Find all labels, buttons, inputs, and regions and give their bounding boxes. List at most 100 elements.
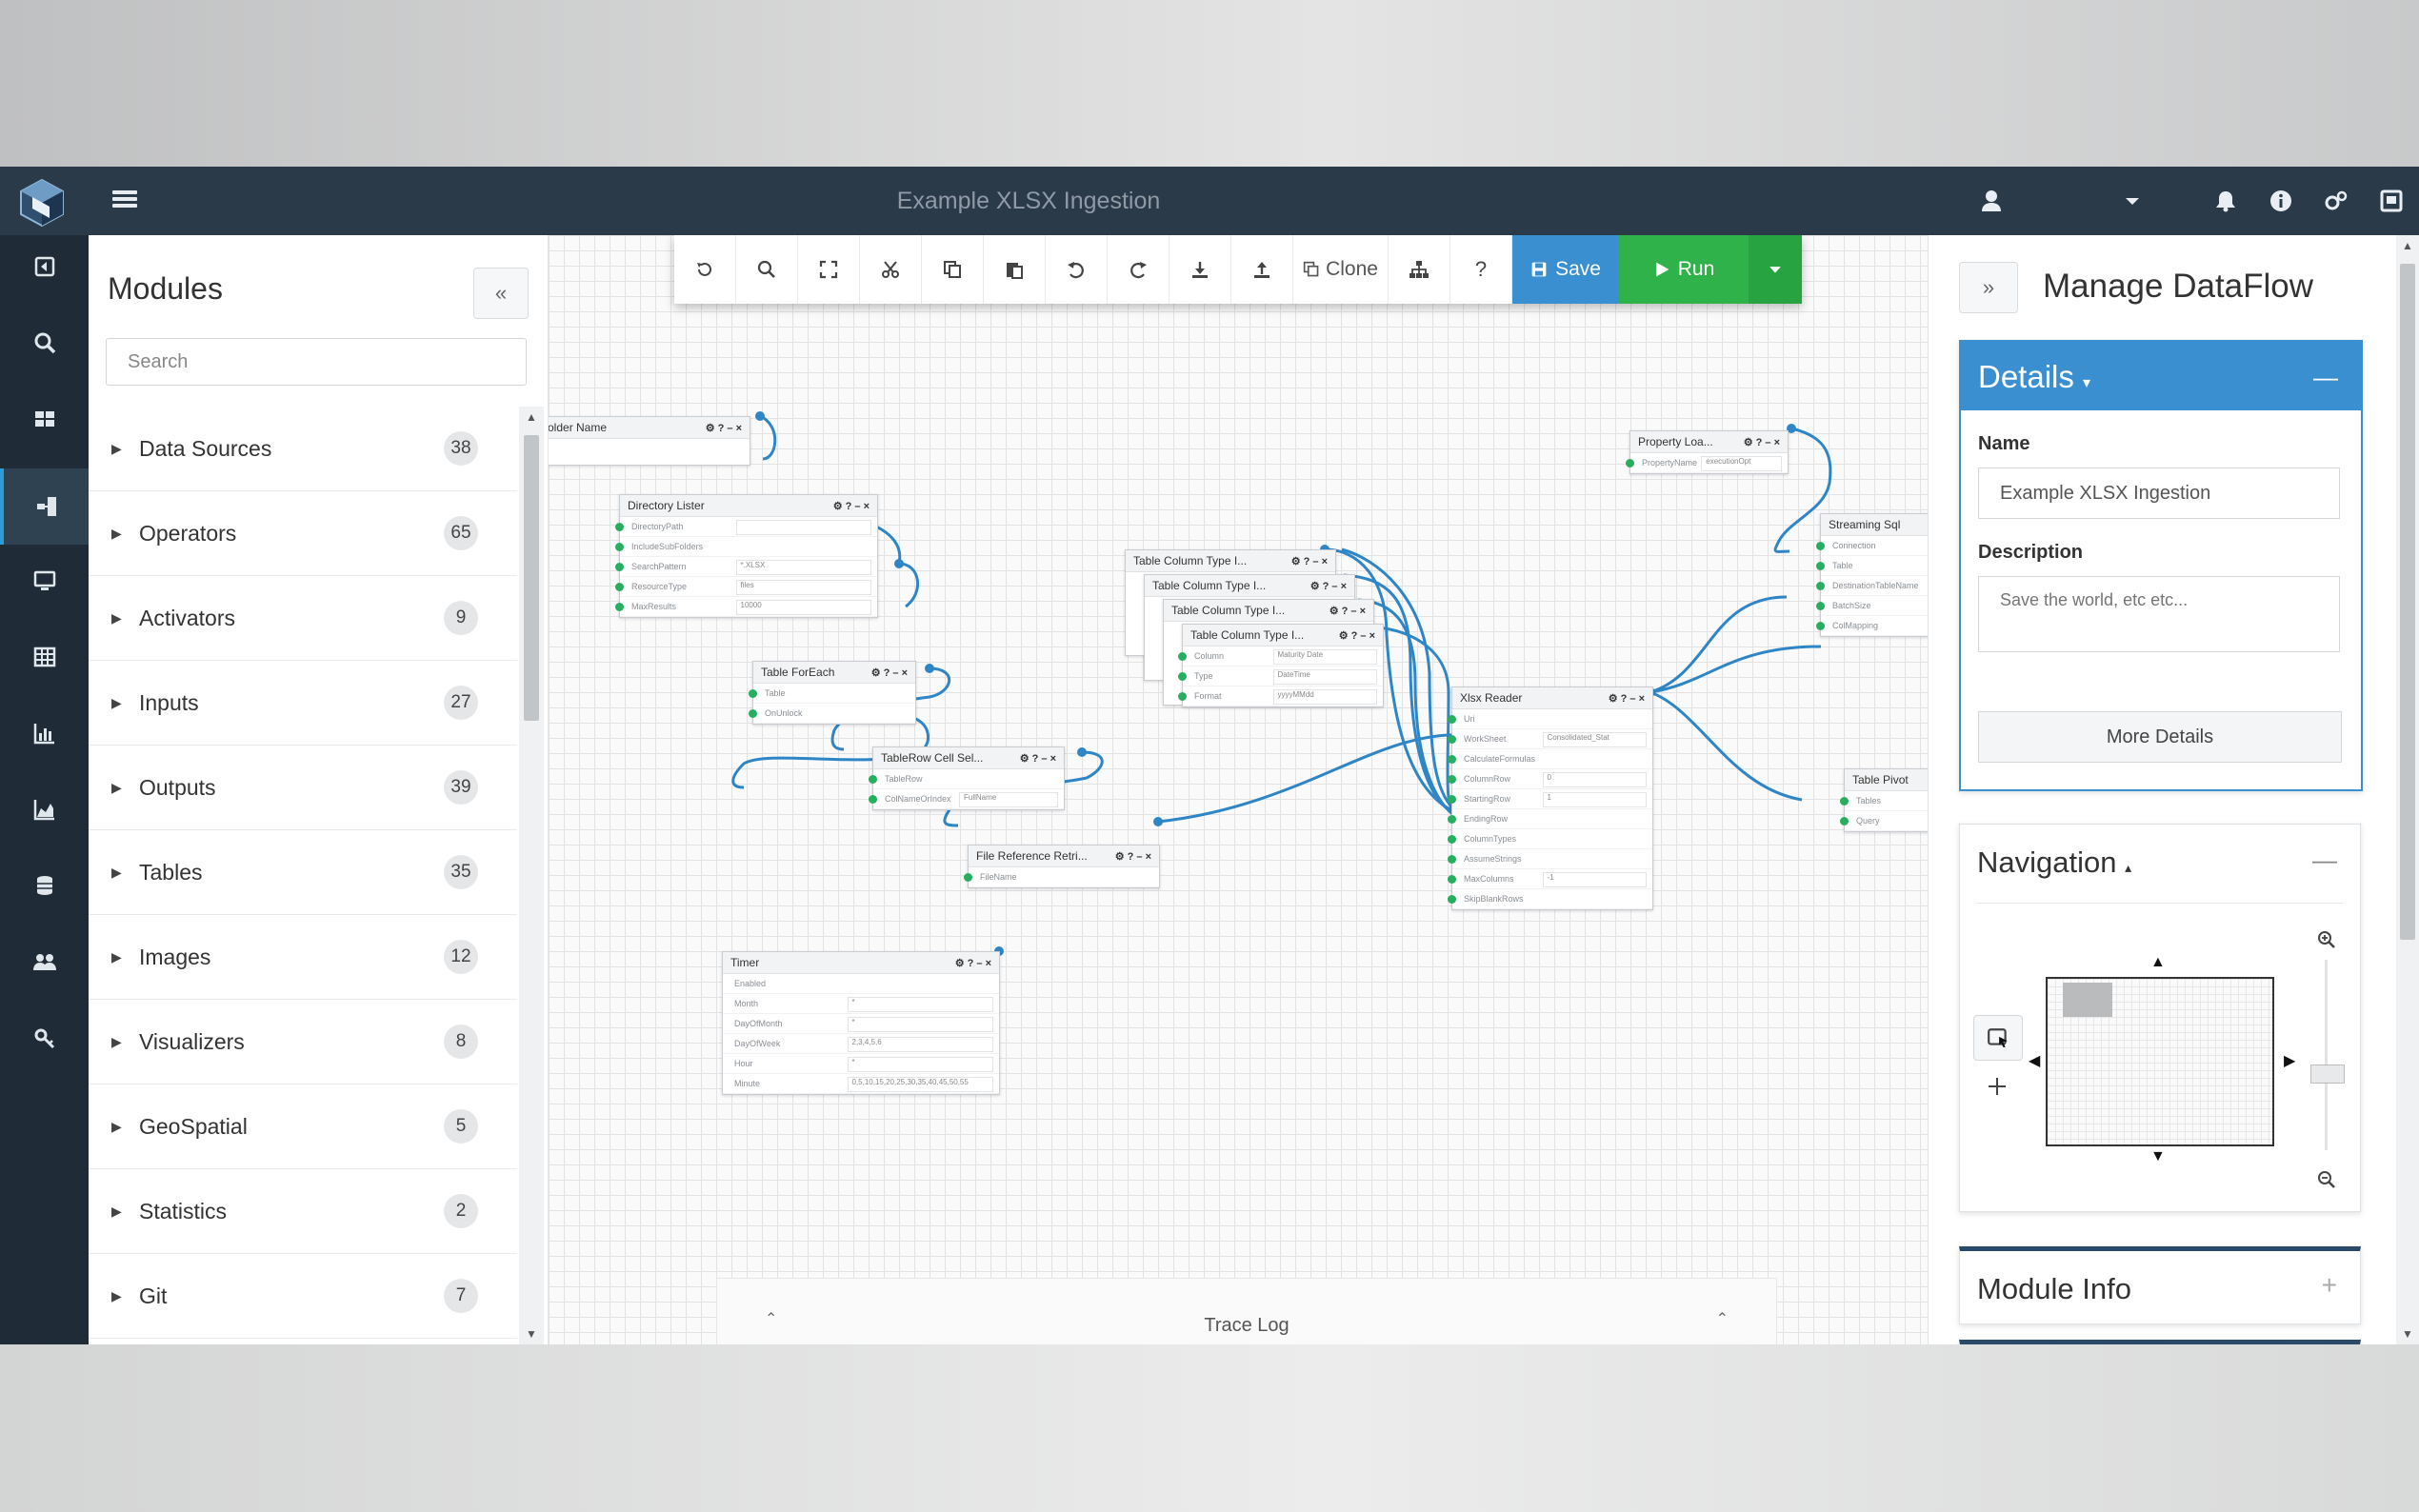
clone-button[interactable]: Clone: [1293, 235, 1389, 304]
pan-down-arrow[interactable]: ▼: [2150, 1148, 2166, 1165]
node-controls[interactable]: ⚙ ? – ×: [1310, 580, 1347, 592]
run-button[interactable]: Run: [1619, 235, 1749, 304]
port-value[interactable]: Consolidated_Stat: [1542, 732, 1647, 747]
node-controls[interactable]: ⚙ ? – ×: [1115, 850, 1151, 863]
collapse-minus-icon[interactable]: —: [2313, 363, 2338, 392]
save-button[interactable]: Save: [1512, 235, 1619, 304]
module-category-images[interactable]: ▶ Images 12: [89, 915, 517, 1000]
node-table-pivot[interactable]: Table Pivot Tables Query: [1840, 768, 1928, 832]
node-controls[interactable]: ⚙ ? – ×: [1020, 752, 1056, 765]
scrollbar-thumb[interactable]: [2400, 264, 2415, 940]
port-value[interactable]: *.XLSX: [735, 560, 871, 575]
scrollbar-thumb[interactable]: [524, 435, 539, 721]
caret-down-icon[interactable]: [2105, 167, 2160, 235]
module-info-card[interactable]: Module Info +: [1959, 1246, 2361, 1324]
module-category-visualizers[interactable]: ▶ Visualizers 8: [89, 1000, 517, 1084]
zoom-search-icon[interactable]: [736, 235, 798, 304]
monitor-icon[interactable]: [0, 549, 89, 612]
modules-scrollbar[interactable]: ▲ ▼: [519, 407, 544, 1344]
port-value[interactable]: 0,5,10,15,20,25,30,35,40,45,50,55: [847, 1077, 993, 1092]
scroll-down-icon[interactable]: ▼: [526, 1327, 537, 1341]
upload-icon[interactable]: [1231, 235, 1293, 304]
minimap[interactable]: [2046, 977, 2274, 1146]
expand-panel-button[interactable]: »: [1959, 262, 2018, 313]
area-chart-icon[interactable]: [0, 778, 89, 841]
node-controls[interactable]: ⚙ ? – ×: [1291, 555, 1328, 567]
node-xlsx-reader[interactable]: Xlsx Reader ⚙ ? – × Uri WorkSheet Consolid…: [1448, 686, 1653, 910]
fit-screen-icon[interactable]: [798, 235, 860, 304]
pan-up-arrow[interactable]: ▲: [2150, 954, 2166, 971]
port-value[interactable]: *: [847, 1057, 993, 1072]
scroll-up-icon[interactable]: ▲: [526, 410, 537, 424]
port-value[interactable]: *: [847, 1017, 993, 1032]
node-folder-name[interactable]: older Name ⚙ ? – ×: [549, 416, 750, 466]
node-table-foreach[interactable]: Table ForEach ⚙ ? – × Table OnUnlock: [749, 661, 916, 725]
help-button[interactable]: ?: [1450, 235, 1512, 304]
port-value[interactable]: executionOpt: [1701, 456, 1782, 471]
paste-icon[interactable]: [984, 235, 1046, 304]
details-header[interactable]: Details ▾ —: [1961, 342, 2361, 410]
collapse-minus-icon[interactable]: —: [2312, 846, 2337, 875]
trace-log-panel[interactable]: ⌃ Trace Log ⌃: [716, 1278, 1777, 1344]
port-value[interactable]: 1: [1542, 792, 1647, 807]
redo-icon[interactable]: [1108, 235, 1170, 304]
zoom-slider-handle[interactable]: [2310, 1064, 2345, 1084]
right-panel-scrollbar[interactable]: ▲ ▼: [2396, 235, 2419, 1344]
database-icon[interactable]: [0, 854, 89, 917]
expand-plus-icon[interactable]: +: [2322, 1270, 2337, 1301]
node-property-loader[interactable]: Property Loa... ⚙ ? – × PropertyName execu…: [1626, 430, 1789, 474]
port-value[interactable]: 2,3,4,5,6: [847, 1037, 993, 1052]
node-controls[interactable]: ⚙ ? – ×: [1329, 605, 1366, 617]
scroll-down-icon[interactable]: ▼: [2402, 1327, 2413, 1341]
node-table-column-type-4[interactable]: Table Column Type I... ⚙ ? – × Column Matu…: [1178, 624, 1384, 707]
port-value[interactable]: 10000: [735, 600, 871, 615]
module-category-geospatial[interactable]: ▶ GeoSpatial 5: [89, 1084, 517, 1169]
port-value[interactable]: FullName: [959, 792, 1058, 807]
node-controls[interactable]: ⚙ ? – ×: [1744, 436, 1780, 448]
node-timer[interactable]: Timer ⚙ ? – × Enabled Month * DayOfMonth * …: [722, 951, 1000, 1095]
pan-tool-button[interactable]: [1973, 1064, 2021, 1108]
zoom-out-icon[interactable]: [2316, 1169, 2337, 1190]
bell-icon[interactable]: [2198, 167, 2253, 235]
history-icon[interactable]: [674, 235, 736, 304]
dataflow-canvas[interactable]: older Name ⚙ ? – × Directory Lister ⚙ ? – …: [549, 235, 1928, 1344]
port-value[interactable]: yyyyMMdd: [1272, 689, 1377, 705]
dataflow-icon[interactable]: [0, 468, 89, 545]
navigation-title[interactable]: Navigation ▴: [1977, 846, 2131, 880]
node-controls[interactable]: ⚙ ? – ×: [871, 666, 908, 679]
bar-chart-icon[interactable]: [0, 702, 89, 765]
user-icon[interactable]: [1964, 167, 2019, 235]
key-icon[interactable]: [0, 1006, 89, 1069]
fullscreen-icon[interactable]: [2364, 167, 2419, 235]
more-details-button[interactable]: More Details: [1978, 711, 2342, 763]
node-controls[interactable]: ⚙ ? – ×: [706, 422, 742, 434]
collapse-modules-button[interactable]: «: [473, 268, 529, 319]
zoom-slider-track[interactable]: [2325, 960, 2328, 1150]
port-value[interactable]: files: [735, 580, 871, 595]
users-icon[interactable]: [0, 930, 89, 993]
module-category-outputs[interactable]: ▶ Outputs 39: [89, 746, 517, 830]
module-category-inputs[interactable]: ▶ Inputs 27: [89, 661, 517, 746]
modules-search-input[interactable]: [106, 338, 527, 386]
grid-icon[interactable]: [0, 626, 89, 688]
cut-icon[interactable]: [860, 235, 922, 304]
pan-right-arrow[interactable]: ▶: [2284, 1051, 2295, 1070]
node-streaming-sql[interactable]: Streaming Sql Connection Table Destinati…: [1816, 513, 1928, 637]
node-controls[interactable]: ⚙ ? – ×: [955, 957, 991, 969]
module-category-operators[interactable]: ▶ Operators 65: [89, 491, 517, 576]
port-value[interactable]: 0: [1542, 772, 1647, 787]
pan-left-arrow[interactable]: ◀: [2029, 1051, 2040, 1070]
node-tablerow-cell-selector[interactable]: TableRow Cell Sel... ⚙ ? – × TableRow Col…: [869, 746, 1065, 810]
info-icon[interactable]: [2253, 167, 2309, 235]
chevron-up-icon[interactable]: ⌃: [1716, 1309, 1729, 1328]
scroll-up-icon[interactable]: ▲: [2402, 239, 2413, 252]
node-controls[interactable]: ⚙ ? – ×: [833, 500, 870, 512]
module-category-tables[interactable]: ▶ Tables 35: [89, 830, 517, 915]
description-textarea[interactable]: [1978, 576, 2340, 652]
module-category-statistics[interactable]: ▶ Statistics 2: [89, 1169, 517, 1254]
import-icon[interactable]: [0, 235, 89, 298]
node-file-reference-retriever[interactable]: File Reference Retri... ⚙ ? – × FileName: [964, 845, 1160, 888]
port-value[interactable]: DateTime: [1272, 669, 1377, 685]
node-directory-lister[interactable]: Directory Lister ⚙ ? – × DirectoryPath In…: [615, 494, 878, 618]
undo-icon[interactable]: [1046, 235, 1108, 304]
